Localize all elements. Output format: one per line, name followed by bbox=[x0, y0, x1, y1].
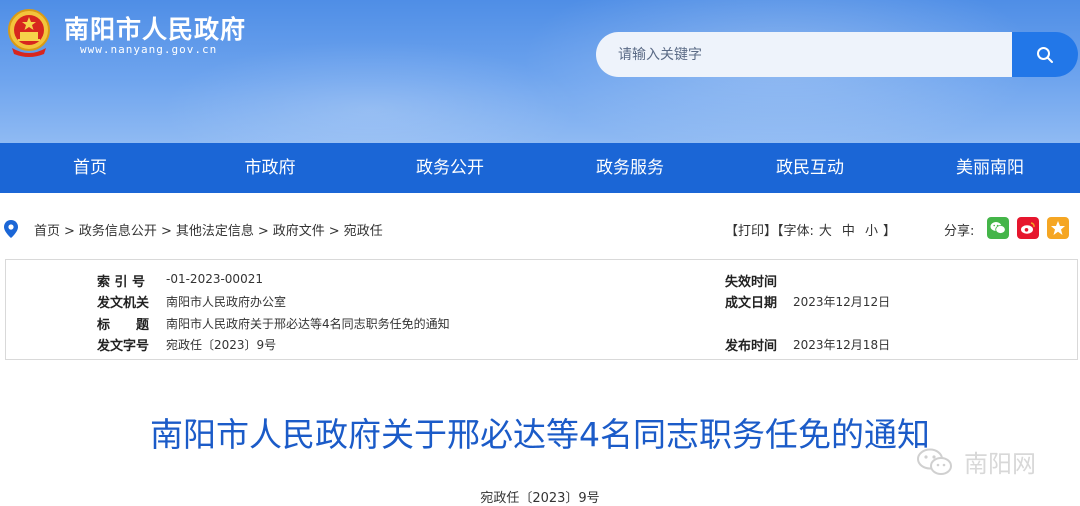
nav-item-interaction[interactable]: 政民互动 bbox=[720, 143, 900, 193]
breadcrumb-gov-docs[interactable]: 政府文件 bbox=[273, 224, 325, 239]
qzone-star-icon bbox=[1051, 221, 1065, 235]
breadcrumb-separator: > bbox=[160, 224, 172, 239]
nav-item-beautiful-nanyang[interactable]: 美丽南阳 bbox=[900, 143, 1080, 193]
share-qzone-button[interactable] bbox=[1047, 217, 1069, 239]
font-large-button[interactable]: 大 bbox=[814, 224, 837, 239]
nav-item-government[interactable]: 市政府 bbox=[180, 143, 360, 193]
search-button[interactable] bbox=[1012, 32, 1078, 77]
font-size-label: 【字体: bbox=[777, 224, 814, 239]
expiry-label: 失效时间 bbox=[725, 275, 778, 290]
share-wechat-button[interactable] bbox=[987, 217, 1009, 239]
site-title[interactable]: 南阳市人民政府 bbox=[64, 10, 246, 46]
page-tools: 【打印】【字体: 大中小】 bbox=[725, 220, 896, 239]
nav-item-home[interactable]: 首页 bbox=[0, 143, 180, 193]
doc-number-label: 发文字号 bbox=[97, 339, 150, 354]
share-label: 分享: bbox=[944, 224, 975, 239]
title-value: 南阳市人民政府关于邢必达等4名同志职务任免的通知 bbox=[166, 317, 450, 331]
header-banner: 南阳市人民政府 www.nanyang.gov.cn bbox=[0, 0, 1080, 143]
search-box bbox=[596, 32, 1012, 77]
breadcrumb-info-open[interactable]: 政务信息公开 bbox=[79, 224, 157, 239]
breadcrumb-separator: > bbox=[328, 224, 340, 239]
weibo-icon bbox=[1021, 222, 1035, 234]
publish-date-value: 2023年12月18日 bbox=[793, 338, 891, 352]
nav-item-open-affairs[interactable]: 政务公开 bbox=[360, 143, 540, 193]
nav-item-services[interactable]: 政务服务 bbox=[540, 143, 720, 193]
title-label: 标 题 bbox=[97, 318, 150, 333]
publish-date-label: 发布时间 bbox=[725, 339, 778, 354]
breadcrumb-row: 首页 > 政务信息公开 > 其他法定信息 > 政府文件 > 宛政任 【打印】【字体: 大中小】 分… bbox=[0, 212, 1080, 246]
document-number: 宛政任〔2023〕9号 bbox=[480, 491, 600, 506]
font-medium-button[interactable]: 中 bbox=[837, 224, 860, 239]
written-date-value: 2023年12月12日 bbox=[793, 295, 891, 309]
search-icon bbox=[1037, 46, 1053, 63]
issuer-label: 发文机关 bbox=[97, 296, 150, 311]
breadcrumb-separator: > bbox=[64, 224, 75, 239]
wechat-icon bbox=[990, 222, 1006, 234]
wechat-watermark-icon bbox=[917, 448, 952, 475]
national-emblem-icon bbox=[8, 9, 50, 57]
search-input[interactable] bbox=[596, 32, 976, 77]
index-number-label: 索 引 号 bbox=[97, 275, 146, 290]
breadcrumb-separator: > bbox=[257, 224, 269, 239]
index-number-value: -01-2023-00021 bbox=[166, 272, 263, 286]
banner-glow bbox=[160, 40, 580, 143]
breadcrumb: 首页 > 政务信息公开 > 其他法定信息 > 政府文件 > 宛政任 bbox=[34, 220, 383, 239]
doc-number-value: 宛政任〔2023〕9号 bbox=[166, 338, 277, 352]
print-button[interactable]: 【打印】 bbox=[725, 224, 777, 239]
location-pin-icon bbox=[4, 220, 18, 238]
breadcrumb-other-info[interactable]: 其他法定信息 bbox=[176, 224, 254, 239]
issuer-value: 南阳市人民政府办公室 bbox=[166, 295, 287, 309]
watermark: 南阳网 bbox=[916, 444, 1036, 479]
watermark-text: 南阳网 bbox=[964, 450, 1036, 478]
breadcrumb-current[interactable]: 宛政任 bbox=[344, 224, 383, 239]
share-weibo-button[interactable] bbox=[1017, 217, 1039, 239]
font-size-bracket: 】 bbox=[882, 224, 896, 239]
site-url: www.nanyang.gov.cn bbox=[80, 43, 218, 56]
font-small-button[interactable]: 小 bbox=[860, 224, 883, 239]
written-date-label: 成文日期 bbox=[725, 296, 778, 311]
main-nav: 首页 市政府 政务公开 政务服务 政民互动 美丽南阳 bbox=[0, 143, 1080, 193]
document-info-table: 索 引 号 -01-2023-00021 发文机关 南阳市人民政府办公室 标 题… bbox=[5, 259, 1078, 360]
breadcrumb-home[interactable]: 首页 bbox=[34, 224, 60, 239]
